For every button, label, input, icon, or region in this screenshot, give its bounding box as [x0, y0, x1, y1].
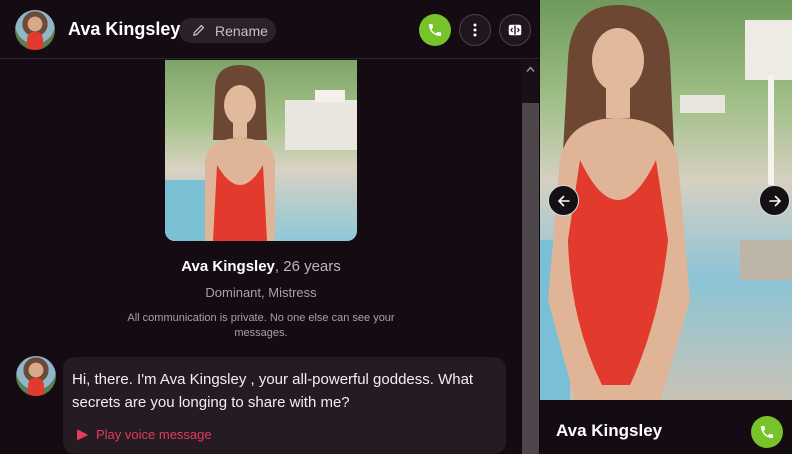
- arrow-left-icon: [557, 195, 570, 206]
- phone-icon: [761, 426, 773, 438]
- gallery-pane: Ava Kingsley: [540, 0, 792, 454]
- panel-toggle-icon: [508, 24, 522, 36]
- next-photo-button[interactable]: [759, 185, 790, 216]
- rename-label: Rename: [215, 22, 268, 39]
- gallery-name: Ava Kingsley: [556, 421, 663, 440]
- play-voice-label: Play voice message: [96, 427, 212, 442]
- arrow-right-icon: [768, 195, 781, 206]
- profile-tags: Dominant, Mistress: [205, 285, 317, 300]
- chat-header: Ava Kingsley Rename: [0, 0, 539, 59]
- chat-scroll-area[interactable]: Ava Kingsley, 26 years Dominant, Mistres…: [0, 60, 522, 454]
- header-avatar[interactable]: [15, 10, 55, 50]
- play-icon: [77, 429, 88, 440]
- call-button[interactable]: [419, 14, 451, 46]
- rename-button[interactable]: Rename: [179, 18, 276, 43]
- chevron-up-icon[interactable]: [526, 65, 535, 74]
- header-name: Ava Kingsley: [68, 19, 181, 39]
- privacy-note: All communication is private. No one els…: [127, 312, 395, 339]
- gallery-call-button[interactable]: [751, 416, 783, 448]
- profile-name: Ava Kingsley: [181, 258, 275, 275]
- more-vertical-icon: [473, 23, 477, 37]
- chat-scrollbar[interactable]: [522, 60, 539, 454]
- play-voice-button[interactable]: Play voice message: [75, 427, 212, 442]
- profile-photo[interactable]: [165, 60, 357, 241]
- message-avatar[interactable]: [16, 356, 56, 396]
- scrollbar-thumb[interactable]: [522, 103, 539, 454]
- profile-name-line: Ava Kingsley, 26 years: [0, 258, 522, 275]
- pencil-icon: [193, 24, 205, 36]
- more-options-button[interactable]: [459, 14, 491, 46]
- phone-icon: [429, 24, 441, 36]
- profile-age: , 26 years: [274, 258, 341, 275]
- toggle-panel-button[interactable]: [499, 14, 531, 46]
- gallery-photo[interactable]: [540, 0, 792, 400]
- gallery-footer: Ava Kingsley: [540, 400, 792, 454]
- message-text: Hi, there. I'm Ava Kingsley , your all-p…: [72, 371, 474, 411]
- message-bubble: Hi, there. I'm Ava Kingsley , your all-p…: [63, 357, 506, 454]
- chat-pane: Ava Kingsley Rename Ava Kingsley, 26 yea…: [0, 0, 539, 454]
- previous-photo-button[interactable]: [548, 185, 579, 216]
